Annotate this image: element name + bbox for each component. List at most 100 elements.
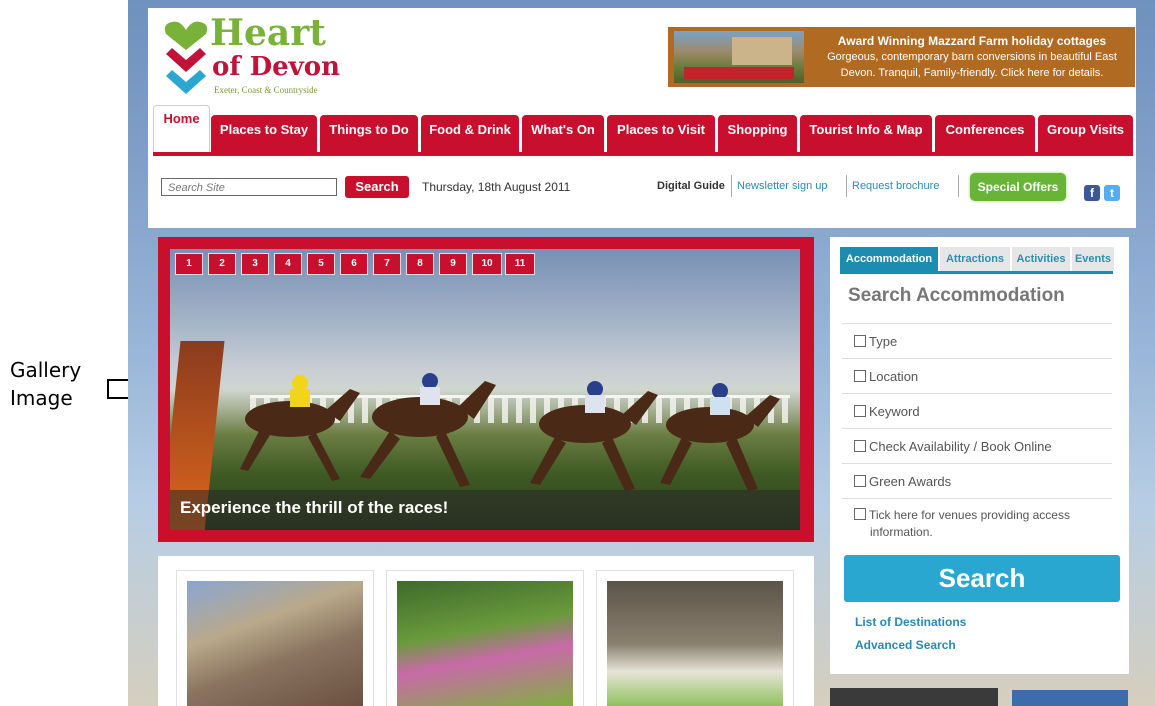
current-date: Thursday, 18th August 2011 <box>422 180 571 194</box>
request-brochure-link[interactable]: Request brochure <box>852 180 939 192</box>
camping-photo <box>397 581 573 706</box>
option-label: Location <box>869 369 919 384</box>
option-green-awards[interactable]: Green Awards <box>854 474 951 489</box>
gallery-page-8[interactable]: 8 <box>406 253 434 275</box>
food-photo <box>607 581 783 706</box>
tab-accommodation[interactable]: Accommodation <box>840 247 938 271</box>
facebook-icon[interactable]: f <box>1084 185 1100 201</box>
divider <box>731 175 732 197</box>
option-type[interactable]: Type <box>854 334 897 349</box>
list-of-destinations-link[interactable]: List of Destinations <box>855 615 966 629</box>
search-button[interactable]: Search <box>345 176 409 198</box>
banner-photo <box>674 31 804 83</box>
checkbox[interactable] <box>854 508 866 520</box>
checkbox[interactable] <box>854 405 866 417</box>
flowers-shape <box>684 67 794 79</box>
panel-title: Search Accommodation <box>848 285 1065 306</box>
tab-underline <box>840 271 1113 274</box>
option-label: Keyword <box>869 404 920 419</box>
gallery-page-6[interactable]: 6 <box>340 253 368 275</box>
digital-guide-link[interactable]: Digital Guide <box>657 180 725 192</box>
accommodation-search-button[interactable]: Search <box>844 555 1120 602</box>
checkbox[interactable] <box>854 440 866 452</box>
tab-food-drink[interactable]: Food & Drink <box>421 115 519 153</box>
option-location[interactable]: Location <box>854 369 918 384</box>
tab-attractions[interactable]: Attractions <box>940 247 1010 271</box>
special-offers-button[interactable]: Special Offers <box>970 173 1066 201</box>
gallery-image-label: Gallery Image <box>10 356 81 412</box>
option-label: Check Availability / Book Online <box>869 439 1052 454</box>
tab-tourist-info-map[interactable]: Tourist Info & Map <box>800 115 932 153</box>
twitter-icon[interactable]: t <box>1104 185 1120 201</box>
banner-line-2: Gorgeous, contemporary barn conversions … <box>827 51 1117 63</box>
gallery-page-10[interactable]: 10 <box>472 253 502 275</box>
divider <box>842 498 1112 499</box>
tab-conferences[interactable]: Conferences <box>935 115 1035 153</box>
option-access-info[interactable]: Tick here for venues providing access in… <box>854 507 1070 541</box>
cottage-shape <box>732 37 792 65</box>
tab-things-to-do[interactable]: Things to Do <box>320 115 418 153</box>
gallery-page-4[interactable]: 4 <box>274 253 302 275</box>
gallery-page-2[interactable]: 2 <box>208 253 236 275</box>
feature-card-camping[interactable] <box>386 570 584 706</box>
website: Heart of Devon Exeter, Coast & Countrysi… <box>128 0 1155 706</box>
option-check-availability[interactable]: Check Availability / Book Online <box>854 439 1052 454</box>
tab-places-to-stay[interactable]: Places to Stay <box>211 115 317 153</box>
divider <box>958 175 959 197</box>
tab-shopping[interactable]: Shopping <box>718 115 797 153</box>
divider <box>842 323 1112 324</box>
site-header: Heart of Devon Exeter, Coast & Countrysi… <box>148 8 1136 228</box>
tab-home[interactable]: Home <box>153 105 210 154</box>
tab-places-to-visit[interactable]: Places to Visit <box>607 115 715 153</box>
annotation-area: Gallery Image <box>0 0 182 706</box>
divider <box>842 463 1112 464</box>
hearts-logo-icon <box>164 21 208 94</box>
checkbox[interactable] <box>854 475 866 487</box>
feature-cards <box>158 556 814 706</box>
divider <box>842 358 1112 359</box>
gallery-page-3[interactable]: 3 <box>241 253 269 275</box>
feature-card-cathedral[interactable] <box>176 570 374 706</box>
gallery-page-11[interactable]: 11 <box>505 253 535 275</box>
racehorses-illustration <box>240 373 780 491</box>
gallery-frame: Experience the thrill of the races! 1 2 … <box>158 237 814 542</box>
feature-card-food[interactable] <box>596 570 794 706</box>
mazzard-farm-banner-ad[interactable]: Award Winning Mazzard Farm holiday cotta… <box>668 27 1135 87</box>
label-line-2: Image <box>10 386 73 410</box>
gallery-page-9[interactable]: 9 <box>439 253 467 275</box>
tab-whats-on[interactable]: What's On <box>522 115 604 153</box>
access-label-2: information. <box>870 525 933 539</box>
gallery-caption-text: Experience the thrill of the races! <box>180 498 449 517</box>
access-label-1: Tick here for venues providing access <box>869 508 1070 522</box>
newsletter-link[interactable]: Newsletter sign up <box>737 180 828 192</box>
advanced-search-link[interactable]: Advanced Search <box>855 638 956 652</box>
option-label: Green Awards <box>869 474 952 489</box>
main-nav: Home Places to Stay Things to Do Food & … <box>153 105 1133 154</box>
tab-events[interactable]: Events <box>1072 247 1114 271</box>
checkbox[interactable] <box>854 370 866 382</box>
gallery-page-5[interactable]: 5 <box>307 253 335 275</box>
bottom-ad-strip-2[interactable] <box>1012 690 1128 706</box>
search-accommodation-panel: Accommodation Attractions Activities Eve… <box>830 237 1129 674</box>
checkbox[interactable] <box>854 335 866 347</box>
gallery-caption: Experience the thrill of the races! <box>170 490 800 530</box>
gallery-page-1[interactable]: 1 <box>175 253 203 275</box>
tab-activities[interactable]: Activities <box>1012 247 1070 271</box>
divider <box>846 175 847 197</box>
banner-text: Award Winning Mazzard Farm holiday cotta… <box>814 33 1130 81</box>
cathedral-photo <box>187 581 363 706</box>
banner-line-3: Devon. Tranquil, Family-friendly. Click … <box>840 67 1104 79</box>
label-line-1: Gallery <box>10 358 82 382</box>
search-input[interactable]: Search Site <box>161 178 337 196</box>
gallery-page-7[interactable]: 7 <box>373 253 401 275</box>
gallery-image[interactable]: Experience the thrill of the races! <box>170 249 800 530</box>
option-label: Type <box>869 334 898 349</box>
divider <box>842 393 1112 394</box>
bottom-ad-strip[interactable] <box>830 688 998 706</box>
tab-group-visits[interactable]: Group Visits <box>1038 115 1133 153</box>
logo-tagline: Exeter, Coast & Countryside <box>214 85 318 95</box>
logo[interactable]: Heart of Devon Exeter, Coast & Countrysi… <box>162 12 342 102</box>
nav-underline <box>153 152 1133 156</box>
logo-subtitle: of Devon <box>212 52 341 82</box>
option-keyword[interactable]: Keyword <box>854 404 920 419</box>
